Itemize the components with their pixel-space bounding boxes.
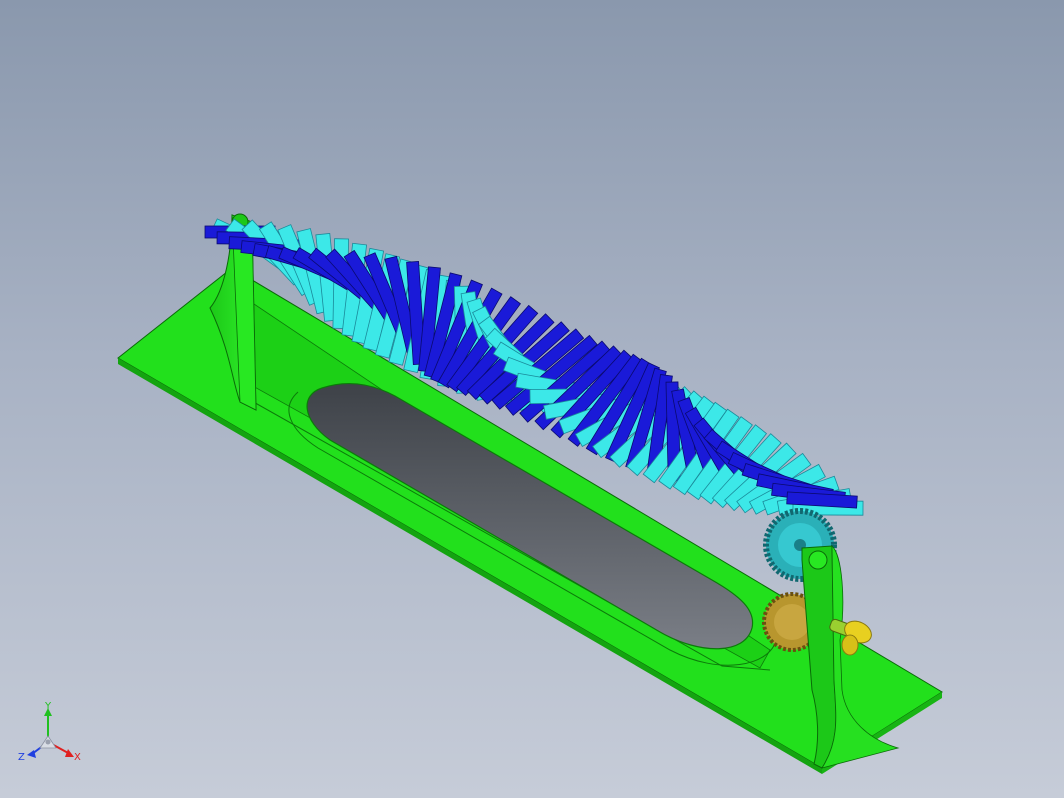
wave-machine-model[interactable] bbox=[0, 0, 1064, 798]
triad-x-label: X bbox=[74, 752, 81, 763]
triad-center bbox=[39, 735, 57, 749]
cad-graphics-area[interactable]: Y X Z bbox=[0, 0, 1064, 798]
orientation-triad: Y X Z bbox=[18, 701, 81, 763]
triad-y-label: Y bbox=[44, 701, 52, 712]
triad-z-label: Z bbox=[18, 752, 25, 763]
